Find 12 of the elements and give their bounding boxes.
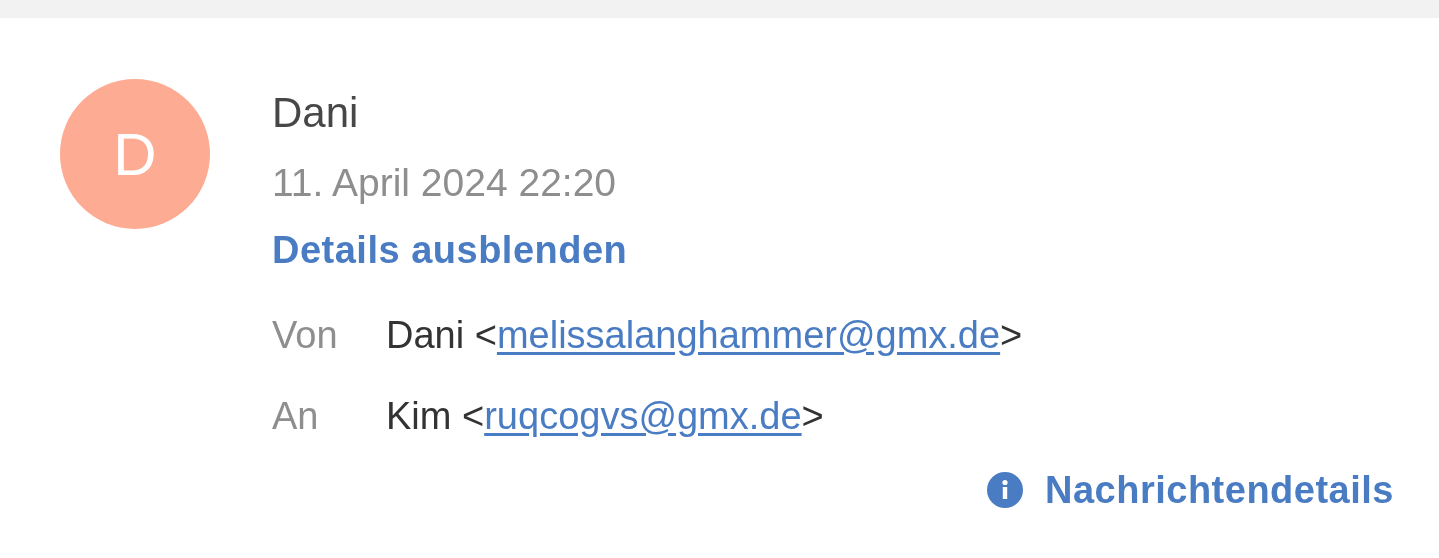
- address-text: Dani <melissalanghammer@gmx.de>: [386, 313, 1023, 357]
- email-link[interactable]: melissalanghammer@gmx.de: [496, 313, 1001, 356]
- date-text: 11. April 2024 22:20: [272, 160, 618, 206]
- message-details-link[interactable]: Nachrichtendetails: [987, 468, 1394, 512]
- email-link[interactable]: ruqcogvs@gmx.de: [484, 394, 802, 437]
- address-text: Kim <ruqcogvs@gmx.de>: [386, 394, 824, 438]
- details-toggle-link[interactable]: Details ausblenden: [272, 228, 628, 272]
- field-label: An: [272, 394, 320, 438]
- info-icon: [987, 472, 1023, 508]
- sender-name: Dani: [272, 88, 360, 138]
- field-label: Von: [272, 313, 339, 357]
- avatar: D: [60, 79, 210, 229]
